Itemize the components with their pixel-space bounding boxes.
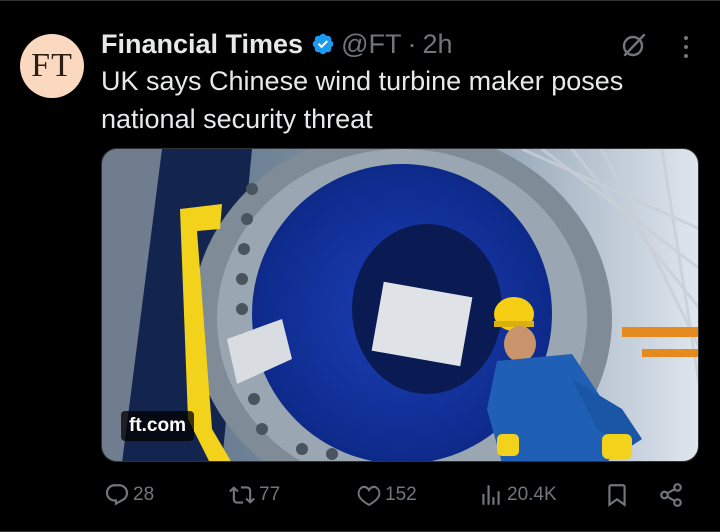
share-icon [660, 483, 682, 507]
more-dot [684, 45, 688, 49]
verified-badge-icon [312, 33, 334, 55]
views-count: 20.4K [507, 484, 557, 505]
reply-button[interactable]: 28 [104, 478, 154, 512]
reply-bubble-icon [105, 484, 129, 506]
bookmark-icon [608, 484, 626, 507]
heart-icon [357, 485, 381, 506]
repost-arrows-icon [229, 486, 255, 504]
link-domain-badge: ft.com [121, 411, 194, 441]
share-button[interactable] [658, 478, 684, 512]
author-name[interactable]: Financial Times [101, 29, 303, 60]
more-dots-icon[interactable] [675, 36, 697, 58]
more-dot [684, 54, 688, 58]
grok-slash-circle-icon[interactable] [620, 31, 648, 59]
bookmark-button[interactable] [604, 478, 630, 512]
tweet-text: UK says Chinese wind turbine maker poses… [101, 66, 624, 134]
top-divider [0, 0, 720, 1]
views-button[interactable]: 20.4K [478, 478, 557, 512]
repost-button[interactable]: 77 [228, 478, 280, 512]
like-count: 152 [385, 484, 417, 505]
like-button[interactable]: 152 [356, 478, 417, 512]
repost-count: 77 [259, 484, 281, 505]
bar-chart-icon [482, 485, 500, 505]
author-handle[interactable]: @FT [341, 29, 401, 60]
tweet-actions: 28 77 152 20.4K [0, 478, 720, 512]
tweet-header: Financial Times @FT · 2h [101, 26, 453, 62]
tweet-timestamp[interactable]: 2h [422, 29, 452, 60]
more-dot [684, 36, 688, 40]
header-separator: · [407, 28, 417, 59]
avatar[interactable]: FT [20, 34, 84, 98]
avatar-logo-text: FT [31, 47, 73, 84]
reply-count: 28 [133, 484, 155, 505]
